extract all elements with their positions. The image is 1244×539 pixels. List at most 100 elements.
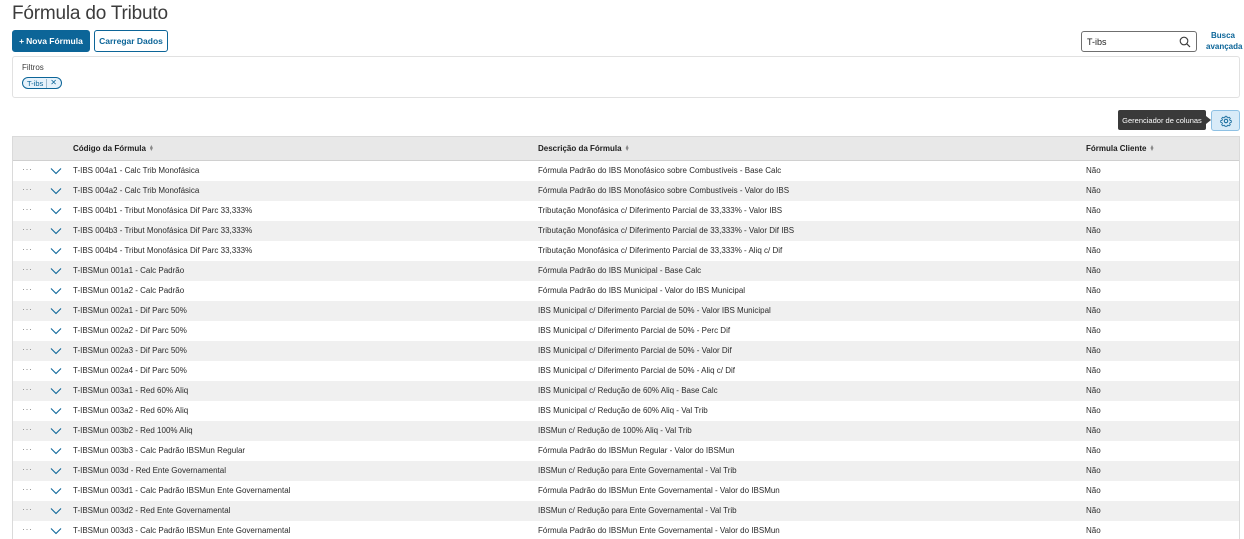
table-row[interactable]: ··· T-IBSMun 003d3 - Calc Padrão IBSMun E…: [13, 521, 1239, 539]
more-actions-icon[interactable]: ···: [22, 164, 33, 174]
chevron-down-icon[interactable]: [50, 206, 62, 216]
client-formula: Não: [1086, 506, 1101, 515]
table-row[interactable]: ··· T-IBSMun 003b2 - Red 100% Aliq IBSMun …: [13, 421, 1239, 441]
column-manager-button[interactable]: [1211, 110, 1240, 131]
chevron-down-icon[interactable]: [50, 226, 62, 236]
chevron-down-icon[interactable]: [50, 426, 62, 436]
filter-chip-label: T-ibs: [27, 78, 44, 88]
more-actions-icon[interactable]: ···: [22, 344, 33, 354]
more-actions-icon[interactable]: ···: [22, 424, 33, 434]
plus-icon: +: [19, 36, 25, 46]
table-row[interactable]: ··· T-IBSMun 003d1 - Calc Padrão IBSMun E…: [13, 481, 1239, 501]
table-row[interactable]: ··· T-IBSMun 002a3 - Dif Parc 50% IBS Muni…: [13, 341, 1239, 361]
formula-table: Código da Fórmula ▴ ▾ Descrição da Fórmul…: [12, 136, 1240, 539]
table-row[interactable]: ··· T-IBSMun 003b3 - Calc Padrão IBSMun R…: [13, 441, 1239, 461]
table-row[interactable]: ··· T-IBSMun 003a1 - Red 60% Aliq IBS Muni…: [13, 381, 1239, 401]
formula-description: Fórmula Padrão do IBS Monofásico sobre C…: [538, 166, 782, 175]
formula-description: IBS Municipal c/ Redução de 60% Aliq - V…: [538, 406, 708, 415]
more-actions-icon[interactable]: ···: [22, 204, 33, 214]
chevron-down-icon[interactable]: [50, 526, 62, 536]
load-data-button[interactable]: Carregar Dados: [94, 30, 168, 52]
table-row[interactable]: ··· T-IBS 004b4 - Tribut Monofásica Dif P…: [13, 241, 1239, 261]
more-actions-icon[interactable]: ···: [22, 264, 33, 274]
table-row[interactable]: ··· T-IBS 004a2 - Calc Trib Monofásica Fór…: [13, 181, 1239, 201]
chevron-down-icon[interactable]: [50, 366, 62, 376]
chevron-down-icon[interactable]: [50, 386, 62, 396]
formula-description: IBS Municipal c/ Diferimento Parcial de …: [538, 366, 735, 375]
more-actions-icon[interactable]: ···: [22, 184, 33, 194]
table-row[interactable]: ··· T-IBS 004b3 - Tribut Monofásica Dif P…: [13, 221, 1239, 241]
table-row[interactable]: ··· T-IBSMun 003a2 - Red 60% Aliq IBS Muni…: [13, 401, 1239, 421]
gear-icon: [1219, 115, 1232, 127]
more-actions-icon[interactable]: ···: [22, 484, 33, 494]
more-actions-icon[interactable]: ···: [22, 304, 33, 314]
formula-code: T-IBSMun 003a1 - Red 60% Aliq: [73, 386, 189, 395]
filter-panel: Filtros T-ibs ✕: [12, 56, 1240, 98]
column-header-client[interactable]: Fórmula Cliente ▴ ▾: [1086, 144, 1153, 154]
advanced-search-line2: avançada: [1206, 42, 1243, 51]
search-icon[interactable]: [1179, 36, 1191, 48]
chevron-down-icon[interactable]: [50, 306, 62, 316]
column-header-code[interactable]: Código da Fórmula ▴ ▾: [73, 144, 153, 154]
client-formula: Não: [1086, 166, 1101, 175]
formula-code: T-IBSMun 003b2 - Red 100% Aliq: [73, 426, 193, 435]
table-row[interactable]: ··· T-IBSMun 001a2 - Calc Padrão Fórmula P…: [13, 281, 1239, 301]
new-formula-button[interactable]: + Nova Fórmula: [12, 30, 90, 52]
chevron-down-icon[interactable]: [50, 506, 62, 516]
chevron-down-icon[interactable]: [50, 486, 62, 496]
sort-icon[interactable]: ▴ ▾: [1150, 144, 1153, 153]
client-formula: Não: [1086, 486, 1101, 495]
chevron-down-icon[interactable]: [50, 186, 62, 196]
chevron-down-icon[interactable]: [50, 406, 62, 416]
table-row[interactable]: ··· T-IBSMun 003d2 - Red Ente Governament…: [13, 501, 1239, 521]
column-header-description[interactable]: Descrição da Fórmula ▴ ▾: [538, 144, 629, 154]
more-actions-icon[interactable]: ···: [22, 444, 33, 454]
formula-description: Fórmula Padrão do IBS Municipal - Valor …: [538, 286, 746, 295]
table-row[interactable]: ··· T-IBSMun 002a4 - Dif Parc 50% IBS Muni…: [13, 361, 1239, 381]
column-header-label: Código da Fórmula: [73, 144, 146, 153]
sort-icon[interactable]: ▴ ▾: [626, 144, 629, 153]
chevron-down-icon[interactable]: [50, 346, 62, 356]
chevron-down-icon[interactable]: [50, 286, 62, 296]
chevron-down-icon[interactable]: [50, 266, 62, 276]
search-input[interactable]: [1087, 36, 1181, 47]
more-actions-icon[interactable]: ···: [22, 244, 33, 254]
formula-code: T-IBS 004b1 - Tribut Monofásica Dif Parc…: [73, 206, 253, 215]
advanced-search-link[interactable]: Busca avançada: [1206, 30, 1243, 52]
table-row[interactable]: ··· T-IBSMun 002a2 - Dif Parc 50% IBS Muni…: [13, 321, 1239, 341]
table-row[interactable]: ··· T-IBSMun 001a1 - Calc Padrão Fórmula P…: [13, 261, 1239, 281]
client-formula: Não: [1086, 366, 1101, 375]
client-formula: Não: [1086, 346, 1101, 355]
more-actions-icon[interactable]: ···: [22, 464, 33, 474]
chevron-down-icon[interactable]: [50, 446, 62, 456]
chip-divider: [46, 78, 48, 88]
formula-code: T-IBSMun 001a2 - Calc Padrão: [73, 286, 185, 295]
table-row[interactable]: ··· T-IBS 004b1 - Tribut Monofásica Dif P…: [13, 201, 1239, 221]
more-actions-icon[interactable]: ···: [22, 524, 33, 534]
more-actions-icon[interactable]: ···: [22, 404, 33, 414]
chevron-down-icon[interactable]: [50, 166, 62, 176]
chevron-down-icon[interactable]: [50, 246, 62, 256]
sort-icon[interactable]: ▴ ▾: [150, 144, 153, 153]
more-actions-icon[interactable]: ···: [22, 284, 33, 294]
table-row[interactable]: ··· T-IBSMun 002a1 - Dif Parc 50% IBS Muni…: [13, 301, 1239, 321]
client-formula: Não: [1086, 386, 1101, 395]
client-formula: Não: [1086, 206, 1101, 215]
close-icon[interactable]: ✕: [50, 79, 57, 87]
table-row[interactable]: ··· T-IBS 004a1 - Calc Trib Monofásica Fór…: [13, 161, 1239, 181]
formula-description: Tributação Monofásica c/ Diferimento Par…: [538, 246, 783, 255]
formula-description: Fórmula Padrão do IBSMun Regular - Valor…: [538, 446, 735, 455]
more-actions-icon[interactable]: ···: [22, 364, 33, 374]
more-actions-icon[interactable]: ···: [22, 384, 33, 394]
more-actions-icon[interactable]: ···: [22, 224, 33, 234]
more-actions-icon[interactable]: ···: [22, 504, 33, 514]
more-actions-icon[interactable]: ···: [22, 324, 33, 334]
formula-code: T-IBS 004a2 - Calc Trib Monofásica: [73, 186, 200, 195]
client-formula: Não: [1086, 246, 1101, 255]
search-field[interactable]: [1081, 31, 1197, 52]
formula-description: IBS Municipal c/ Diferimento Parcial de …: [538, 346, 732, 355]
chevron-down-icon[interactable]: [50, 466, 62, 476]
chevron-down-icon[interactable]: [50, 326, 62, 336]
advanced-search-line1: Busca: [1210, 31, 1235, 40]
table-row[interactable]: ··· T-IBSMun 003d - Red Ente Governamenta…: [13, 461, 1239, 481]
